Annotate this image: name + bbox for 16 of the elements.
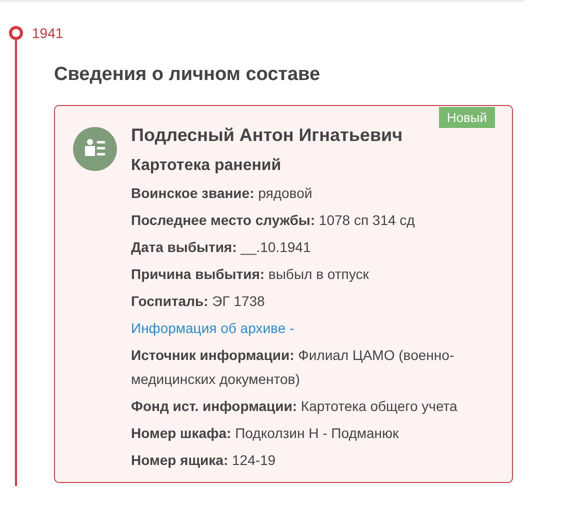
year-label: 1941 xyxy=(32,24,64,43)
field-row-text: Воинское звание: рядовой xyxy=(131,184,314,203)
field-row-text: Госпиталь: ЭГ 1738 xyxy=(131,292,266,311)
field-row-text: Последнее место службы: 1078 сп 314 сд xyxy=(131,211,416,230)
person-name: Подлесный Антон Игнатьевич xyxy=(131,124,404,147)
field-row-text: Причина выбытия: выбыл в отпуск xyxy=(131,265,370,284)
field-row-text: Номер ящика: 124-19 xyxy=(131,451,277,470)
record-type: Картотека ранений xyxy=(131,156,282,176)
section-title: Сведения о личном составе xyxy=(54,63,322,87)
field-row-text: Источник информации: Филиал ЦАМО (военно-медицинских документов) xyxy=(131,346,456,389)
field-row-text: Дата выбытия: __.10.1941 xyxy=(131,238,312,257)
person-card-icon xyxy=(73,127,117,171)
field-row-text: Фонд ист. информации: Картотека общего учета xyxy=(131,397,458,416)
new-badge: Новый xyxy=(438,107,495,128)
archive-link[interactable]: Информация об архиве - xyxy=(131,316,461,340)
field-row-text: Номер шкафа: Подколзин Н - Подманюк xyxy=(131,424,400,443)
